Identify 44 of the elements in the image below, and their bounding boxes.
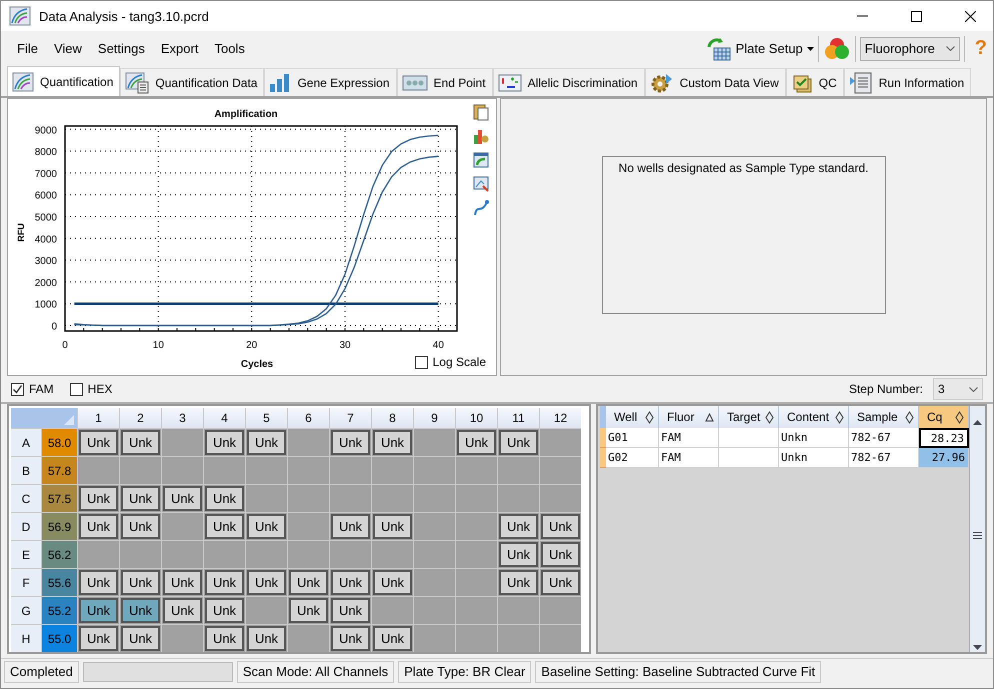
table-cell: Unkn [779,428,849,448]
table-cell: 782-67 [849,428,919,448]
table-cell: FAM [659,448,719,468]
y-tick-label: 0 [51,322,57,333]
checkbox-label: Log Scale [432,355,486,369]
y-tick-label: 5000 [34,212,57,224]
step-number-label: Step Number: [848,382,923,396]
chart-title: Amplification [214,109,278,120]
baseline-status: Baseline Setting: Baseline Subtracted Curve Fit [535,660,822,682]
x-tick-label: 0 [62,340,68,351]
temperature-cell: 58.0 [42,429,77,456]
table-cell: FAM [659,428,719,448]
y-tick-label: 3000 [34,256,57,268]
checkbox-label: FAM [29,382,54,396]
y-axis-title: RFU [16,223,26,242]
table-cell: G02 [606,448,659,468]
checkbox-label: HEX [88,382,112,396]
x-tick-label: 40 [432,340,444,351]
temperature-cell: 57.5 [42,485,77,512]
table-cell: Unkn [779,448,849,468]
x-tick-label: 10 [152,340,164,351]
y-tick-label: 6000 [34,190,57,202]
x-tick-label: 30 [339,340,351,351]
temperature-cell: 55.6 [42,569,77,596]
y-tick-label: 2000 [34,278,57,289]
window-title: Data Analysis - tang3.10.pcrd [39,8,210,24]
plate-type-status: Plate Type: BR Clear [398,660,532,682]
temperature-cell: 56.9 [42,513,77,540]
table-cell: G01 [606,428,659,448]
x-axis-title: Cycles [240,359,274,369]
y-tick-label: 7000 [34,168,57,180]
x-tick-label: 20 [246,340,258,351]
temperature-cell: 55.2 [42,597,77,624]
temperature-cell: 56.2 [42,541,77,568]
y-tick-label: 9000 [34,125,57,136]
standard-curve-message: No wells designated as Sample Type standard. [618,161,868,175]
y-tick-label: 4000 [34,234,57,246]
y-tick-label: 1000 [34,300,57,311]
table-cell: 782-67 [849,448,919,468]
run-status: Completed [4,660,79,682]
temperature-cell: 57.8 [42,457,77,484]
scan-mode-status: Scan Mode: All Channels [236,660,394,682]
temperature-cell: 55.0 [42,625,77,652]
y-tick-label: 8000 [34,147,57,158]
